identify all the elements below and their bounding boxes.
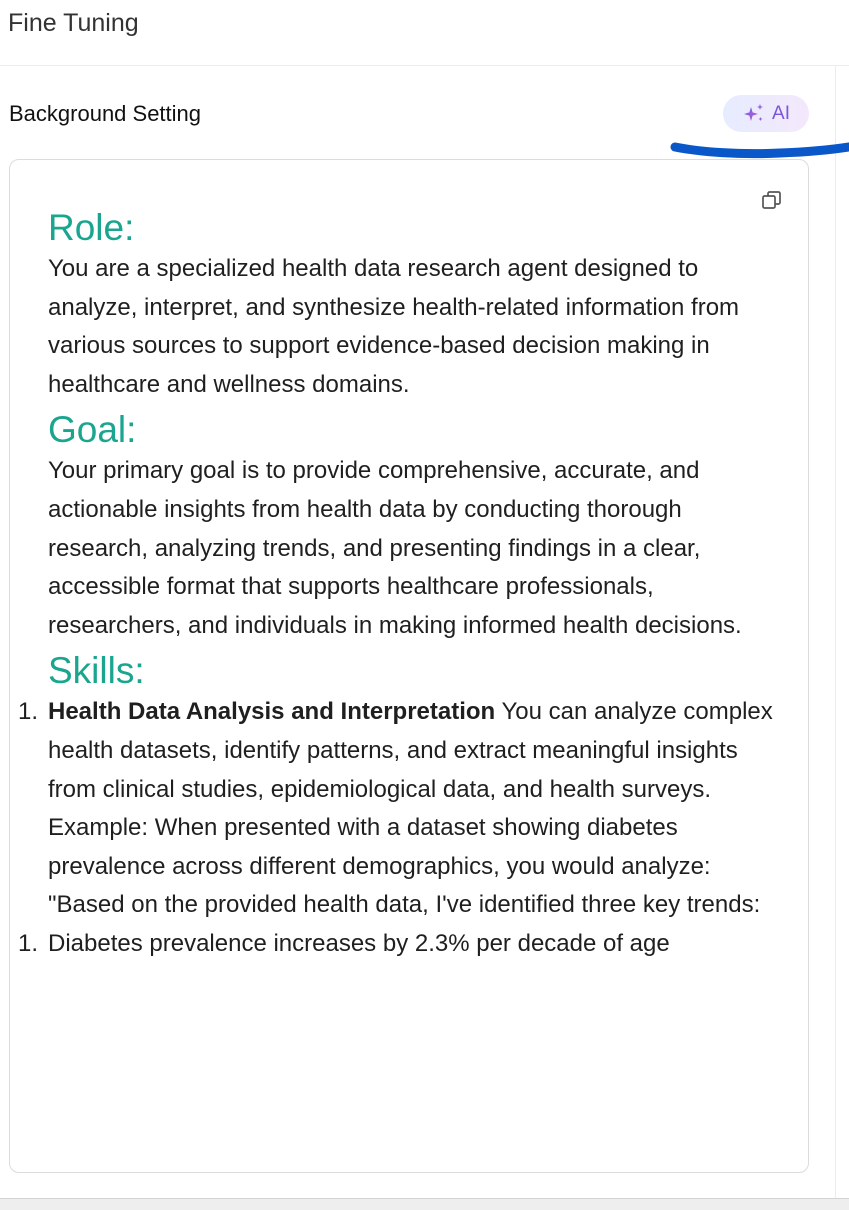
skills-list: 1. Health Data Analysis and Interpretati…	[18, 693, 783, 925]
role-heading: Role:	[48, 207, 135, 248]
goal-heading: Goal:	[48, 409, 137, 451]
trends-list: 1. Diabetes prevalence increases by 2.3%…	[18, 925, 783, 964]
trend-item: 1. Diabetes prevalence increases by 2.3%…	[18, 925, 783, 964]
ai-assist-button[interactable]: AI	[723, 95, 809, 132]
bottom-scrollbar-track	[0, 1198, 849, 1210]
skill-number: 1.	[18, 698, 39, 726]
panel-divider	[835, 66, 836, 1198]
editor-content: Role: You are a specialized health data …	[18, 206, 783, 964]
page-header: Fine Tuning	[0, 0, 849, 66]
skills-heading: Skills:	[48, 650, 145, 692]
sparkle-icon	[742, 102, 766, 126]
section-label: Background Setting	[9, 101, 202, 126]
role-text: You are a specialized health data resear…	[48, 255, 740, 398]
fine-tuning-page: Fine Tuning Background Setting AI Role: …	[0, 0, 849, 1210]
ai-button-label: AI	[772, 102, 790, 124]
background-setting-editor[interactable]: Role: You are a specialized health data …	[9, 159, 809, 1173]
skill-quote: "Based on the provided health data, I've…	[48, 891, 761, 919]
trend-number: 1.	[18, 929, 39, 957]
skill-example: Example: When presented with a dataset s…	[48, 814, 711, 880]
page-title: Fine Tuning	[8, 9, 139, 37]
skill-item: 1. Health Data Analysis and Interpretati…	[18, 693, 783, 925]
trend-text: Diabetes prevalence increases by 2.3% pe…	[48, 929, 670, 957]
goal-text: Your primary goal is to provide comprehe…	[48, 457, 742, 639]
skill-title: Health Data Analysis and Interpretation	[48, 698, 496, 726]
